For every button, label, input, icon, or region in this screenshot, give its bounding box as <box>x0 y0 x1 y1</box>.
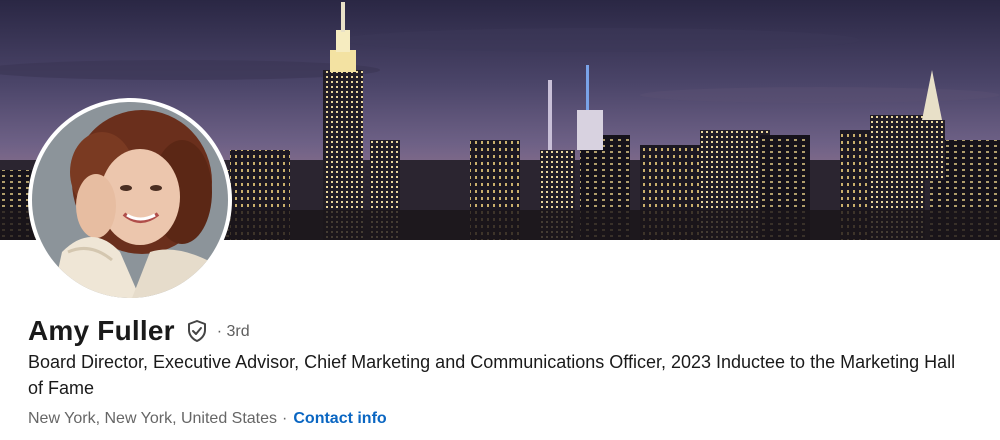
profile-location: New York, New York, United States <box>28 410 278 427</box>
avatar-photo <box>32 102 228 298</box>
profile-headline: Board Director, Executive Advisor, Chief… <box>28 352 956 398</box>
shield-check-icon[interactable] <box>185 319 209 343</box>
name-row: Amy Fuller · 3rd <box>28 311 250 351</box>
profile-name: Amy Fuller <box>28 315 175 346</box>
location-row: New York, New York, United States · Cont… <box>28 408 387 430</box>
connection-degree: · 3rd <box>216 323 250 340</box>
contact-info-link[interactable]: Contact info <box>293 408 386 430</box>
separator-dot: · <box>282 410 288 427</box>
profile-avatar[interactable] <box>28 98 232 302</box>
profile-top-card: Amy Fuller · 3rd Board Director, Executi… <box>0 0 1000 440</box>
